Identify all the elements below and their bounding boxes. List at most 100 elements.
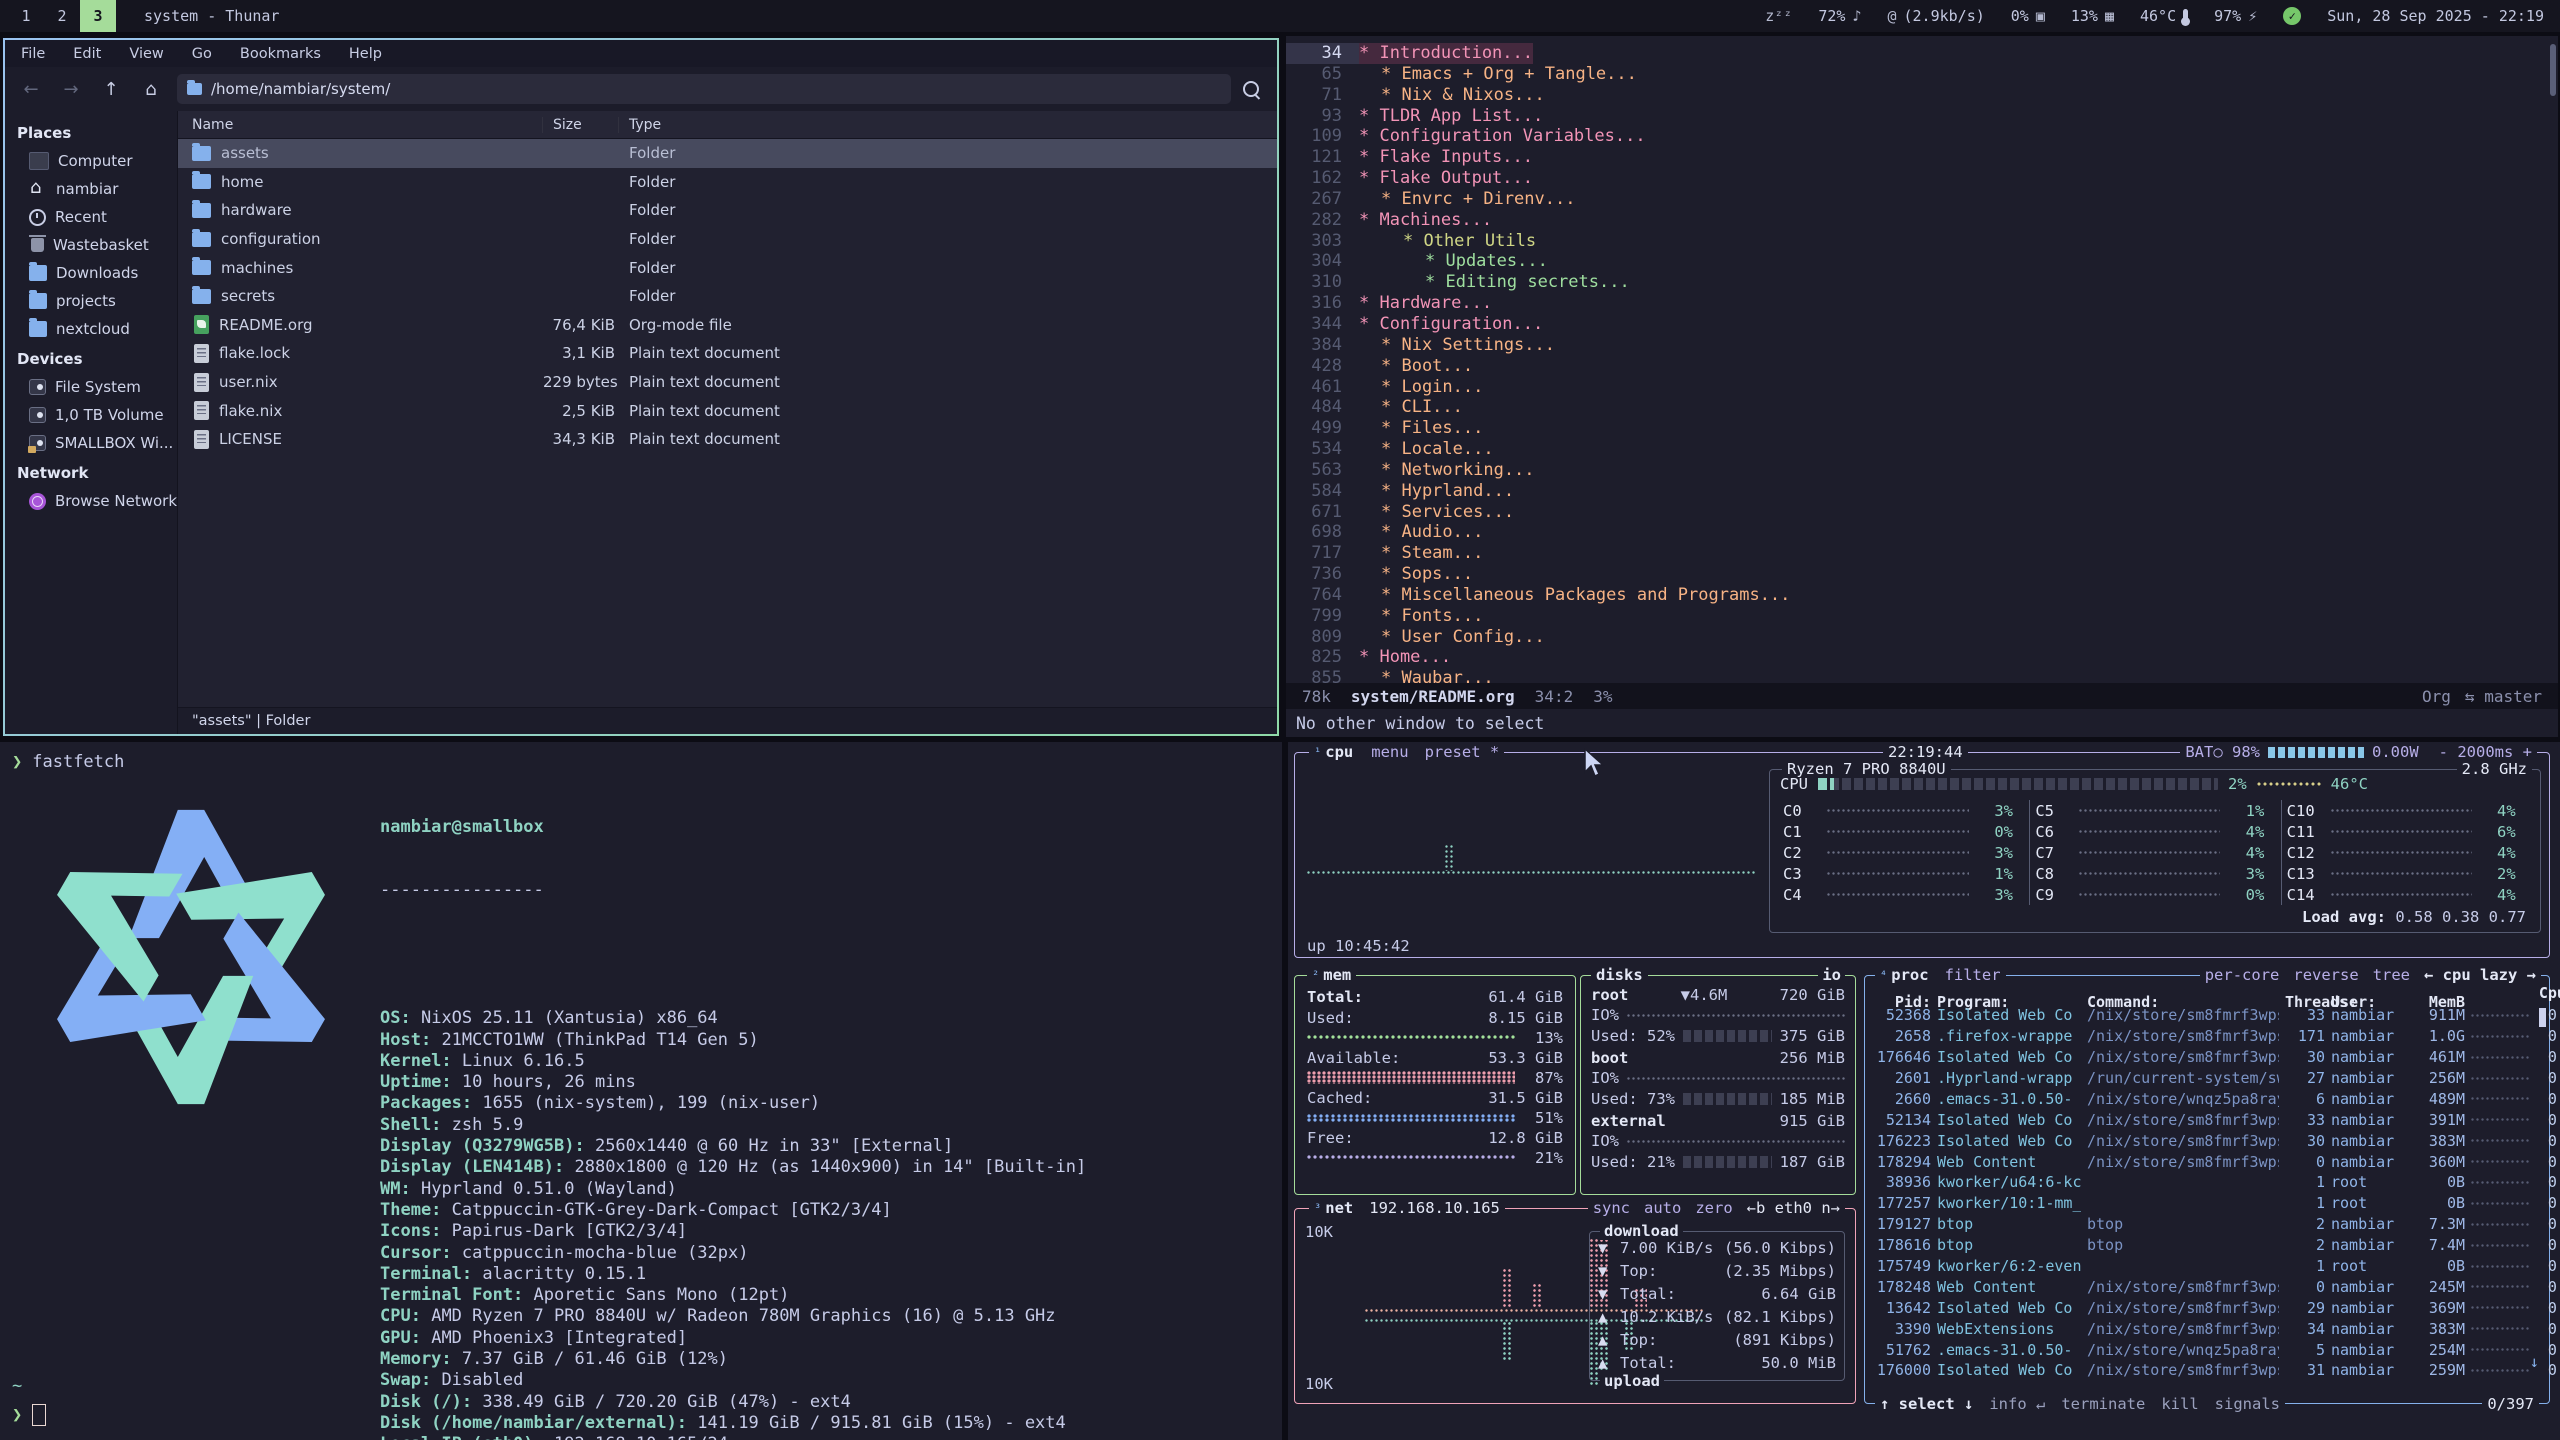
file-row[interactable]: LICENSE 34,3 KiB Plain text document (178, 425, 1277, 454)
update-interval-control[interactable]: - 2000ms + (2439, 743, 2532, 761)
org-heading-line[interactable]: 671 * Services... (1286, 502, 2558, 523)
auto-button[interactable]: auto (1644, 1199, 1681, 1217)
column-size[interactable]: Size (543, 117, 619, 133)
org-heading-line[interactable]: 428 * Boot... (1286, 356, 2558, 377)
process-row[interactable]: 179127 btop btop 2 nambiar 7.3M 0.0 (1865, 1214, 2549, 1235)
sidebar-item[interactable]: SMALLBOX Wi... (5, 429, 177, 457)
file-row[interactable]: hardware Folder (178, 196, 1277, 225)
process-row[interactable]: 3390 WebExtensions /nix/store/sm8fmrf3wp… (1865, 1318, 2549, 1339)
memory-module[interactable]: 13%▦ (2071, 7, 2114, 25)
org-heading-line[interactable]: 310 * Editing secrets... (1286, 272, 2558, 293)
forward-button[interactable]: → (57, 79, 85, 100)
terminal-window[interactable]: ❯ fastfetch nambiar@smallbox -----------… (0, 742, 1282, 1440)
menu-item[interactable]: File (21, 46, 45, 62)
idle-inhibitor-module[interactable]: zᶻᶻ (1765, 7, 1792, 25)
org-heading-line[interactable]: 384 * Nix Settings... (1286, 335, 2558, 356)
sidebar-item[interactable]: Wastebasket (5, 231, 177, 259)
menu-item[interactable]: Go (192, 46, 212, 62)
sidebar-item[interactable]: Recent (5, 203, 177, 231)
reverse-toggle[interactable]: reverse (2293, 966, 2358, 984)
file-row[interactable]: assets Folder (178, 139, 1277, 168)
menu-item[interactable]: Help (349, 46, 382, 62)
org-heading-line[interactable]: 71 * Nix & Nixos... (1286, 85, 2558, 106)
process-row[interactable]: 52134 Isolated Web Co /nix/store/sm8fmrf… (1865, 1109, 2549, 1130)
process-row[interactable]: 175749 kworker/6:2-even 1 root 0B 0.0 (1865, 1256, 2549, 1277)
sync-button[interactable]: sync (1593, 1199, 1630, 1217)
up-button[interactable]: ↑ (97, 79, 125, 100)
file-row[interactable]: secrets Folder (178, 282, 1277, 311)
org-heading-line[interactable]: 825 * Home... (1286, 647, 2558, 668)
process-row[interactable]: 52368 Isolated Web Co /nix/store/sm8fmrf… (1865, 1005, 2549, 1026)
emacs-scrollbar[interactable] (2550, 44, 2556, 96)
workspace-button[interactable]: 2 (44, 0, 80, 32)
per-core-toggle[interactable]: per-core (2205, 966, 2280, 984)
file-row[interactable]: README.org 76,4 KiB Org-mode file (178, 311, 1277, 340)
org-buffer[interactable]: 34 * Introduction... 65 * Emacs + Org + … (1286, 36, 2558, 683)
interface-switcher[interactable]: ←b eth0 n→ (1747, 1199, 1840, 1217)
temperature-module[interactable]: 46°C (2140, 7, 2188, 25)
file-row[interactable]: machines Folder (178, 253, 1277, 282)
sidebar-item[interactable]: Downloads (5, 259, 177, 287)
sidebar-item[interactable]: 1,0 TB Volume (5, 401, 177, 429)
search-icon[interactable] (1243, 81, 1259, 97)
preset-button[interactable]: preset * (1425, 743, 1500, 761)
cpu-module[interactable]: 0%▣ (2011, 7, 2045, 25)
org-heading-line[interactable]: 267 * Envrc + Direnv... (1286, 189, 2558, 210)
file-row[interactable]: home Folder (178, 168, 1277, 197)
org-heading-line[interactable]: 764 * Miscellaneous Packages and Program… (1286, 585, 2558, 606)
menu-button[interactable]: menu (1371, 743, 1408, 761)
back-button[interactable]: ← (17, 79, 45, 100)
org-heading-line[interactable]: 344 * Configuration... (1286, 314, 2558, 335)
file-row[interactable]: user.nix 229 bytes Plain text document (178, 368, 1277, 397)
org-heading-line[interactable]: 855 * Waubar... (1286, 668, 2558, 683)
org-heading-line[interactable]: 799 * Fonts... (1286, 606, 2558, 627)
kill-hint[interactable]: kill (2161, 1395, 2198, 1413)
process-row[interactable]: 178248 Web Content /nix/store/sm8fmrf3wp… (1865, 1276, 2549, 1297)
sidebar-item[interactable]: nextcloud (5, 315, 177, 343)
process-row[interactable]: 176000 Isolated Web Co /nix/store/sm8fmr… (1865, 1360, 2549, 1381)
org-heading-line[interactable]: 282 * Machines... (1286, 210, 2558, 231)
process-row[interactable]: 51762 .emacs-31.0.50- /nix/store/wnqz5pa… (1865, 1339, 2549, 1360)
org-heading-line[interactable]: 736 * Sops... (1286, 564, 2558, 585)
tree-toggle[interactable]: tree (2373, 966, 2410, 984)
org-heading-line[interactable]: 109 * Configuration Variables... (1286, 126, 2558, 147)
workspace-button[interactable]: 3 (80, 0, 116, 32)
filter-button[interactable]: filter (1945, 966, 2001, 984)
menu-item[interactable]: Bookmarks (240, 46, 321, 62)
sidebar-item[interactable]: Computer (5, 147, 177, 175)
org-heading-line[interactable]: 534 * Locale... (1286, 439, 2558, 460)
org-heading-line[interactable]: 461 * Login... (1286, 377, 2558, 398)
process-row[interactable]: 38936 kworker/u64:6-kc 1 root 0B 0.0 (1865, 1172, 2549, 1193)
process-row[interactable]: 13642 Isolated Web Co /nix/store/sm8fmrf… (1865, 1297, 2549, 1318)
process-row[interactable]: 2660 .emacs-31.0.50- /nix/store/wnqz5pa8… (1865, 1088, 2549, 1109)
sidebar-item[interactable]: projects (5, 287, 177, 315)
process-row[interactable]: 2601 .Hyprland-wrapp /run/current-system… (1865, 1068, 2549, 1089)
file-row[interactable]: flake.lock 3,1 KiB Plain text document (178, 339, 1277, 368)
clock-module[interactable]: Sun, 28 Sep 2025 - 22:19 (2327, 7, 2544, 25)
org-heading-line[interactable]: 65 * Emacs + Org + Tangle... (1286, 64, 2558, 85)
file-row[interactable]: configuration Folder (178, 225, 1277, 254)
org-heading-line[interactable]: 809 * User Config... (1286, 627, 2558, 648)
org-heading-line[interactable]: 499 * Files... (1286, 418, 2558, 439)
info-hint[interactable]: info ↵ (1989, 1395, 2045, 1413)
org-heading-line[interactable]: 563 * Networking... (1286, 460, 2558, 481)
network-module[interactable]: @(2.9kb/s) (1887, 7, 1984, 25)
process-row[interactable]: 176223 Isolated Web Co /nix/store/sm8fmr… (1865, 1130, 2549, 1151)
zero-button[interactable]: zero (1695, 1199, 1732, 1217)
path-bar[interactable]: /home/nambiar/system/ (177, 74, 1231, 104)
org-heading-line[interactable]: 304 * Updates... (1286, 251, 2558, 272)
org-heading-line[interactable]: 484 * CLI... (1286, 397, 2558, 418)
process-row[interactable]: 177257 kworker/10:1-mm_ 1 root 0B 0.0 (1865, 1193, 2549, 1214)
column-type[interactable]: Type (619, 117, 1277, 133)
signals-hint[interactable]: signals (2215, 1395, 2280, 1413)
process-row[interactable]: 2658 .firefox-wrappe /nix/store/sm8fmrf3… (1865, 1026, 2549, 1047)
org-heading-line[interactable]: 121 * Flake Inputs... (1286, 147, 2558, 168)
column-name[interactable]: Name (178, 117, 543, 133)
status-check-icon[interactable]: ✓ (2283, 7, 2301, 25)
select-hint[interactable]: ↑ select ↓ (1880, 1395, 1973, 1413)
io-toggle[interactable]: io (1818, 966, 1845, 984)
menu-item[interactable]: Edit (73, 46, 101, 62)
org-heading-line[interactable]: 717 * Steam... (1286, 543, 2558, 564)
process-row[interactable]: 176646 Isolated Web Co /nix/store/sm8fmr… (1865, 1047, 2549, 1068)
org-heading-line[interactable]: 698 * Audio... (1286, 522, 2558, 543)
